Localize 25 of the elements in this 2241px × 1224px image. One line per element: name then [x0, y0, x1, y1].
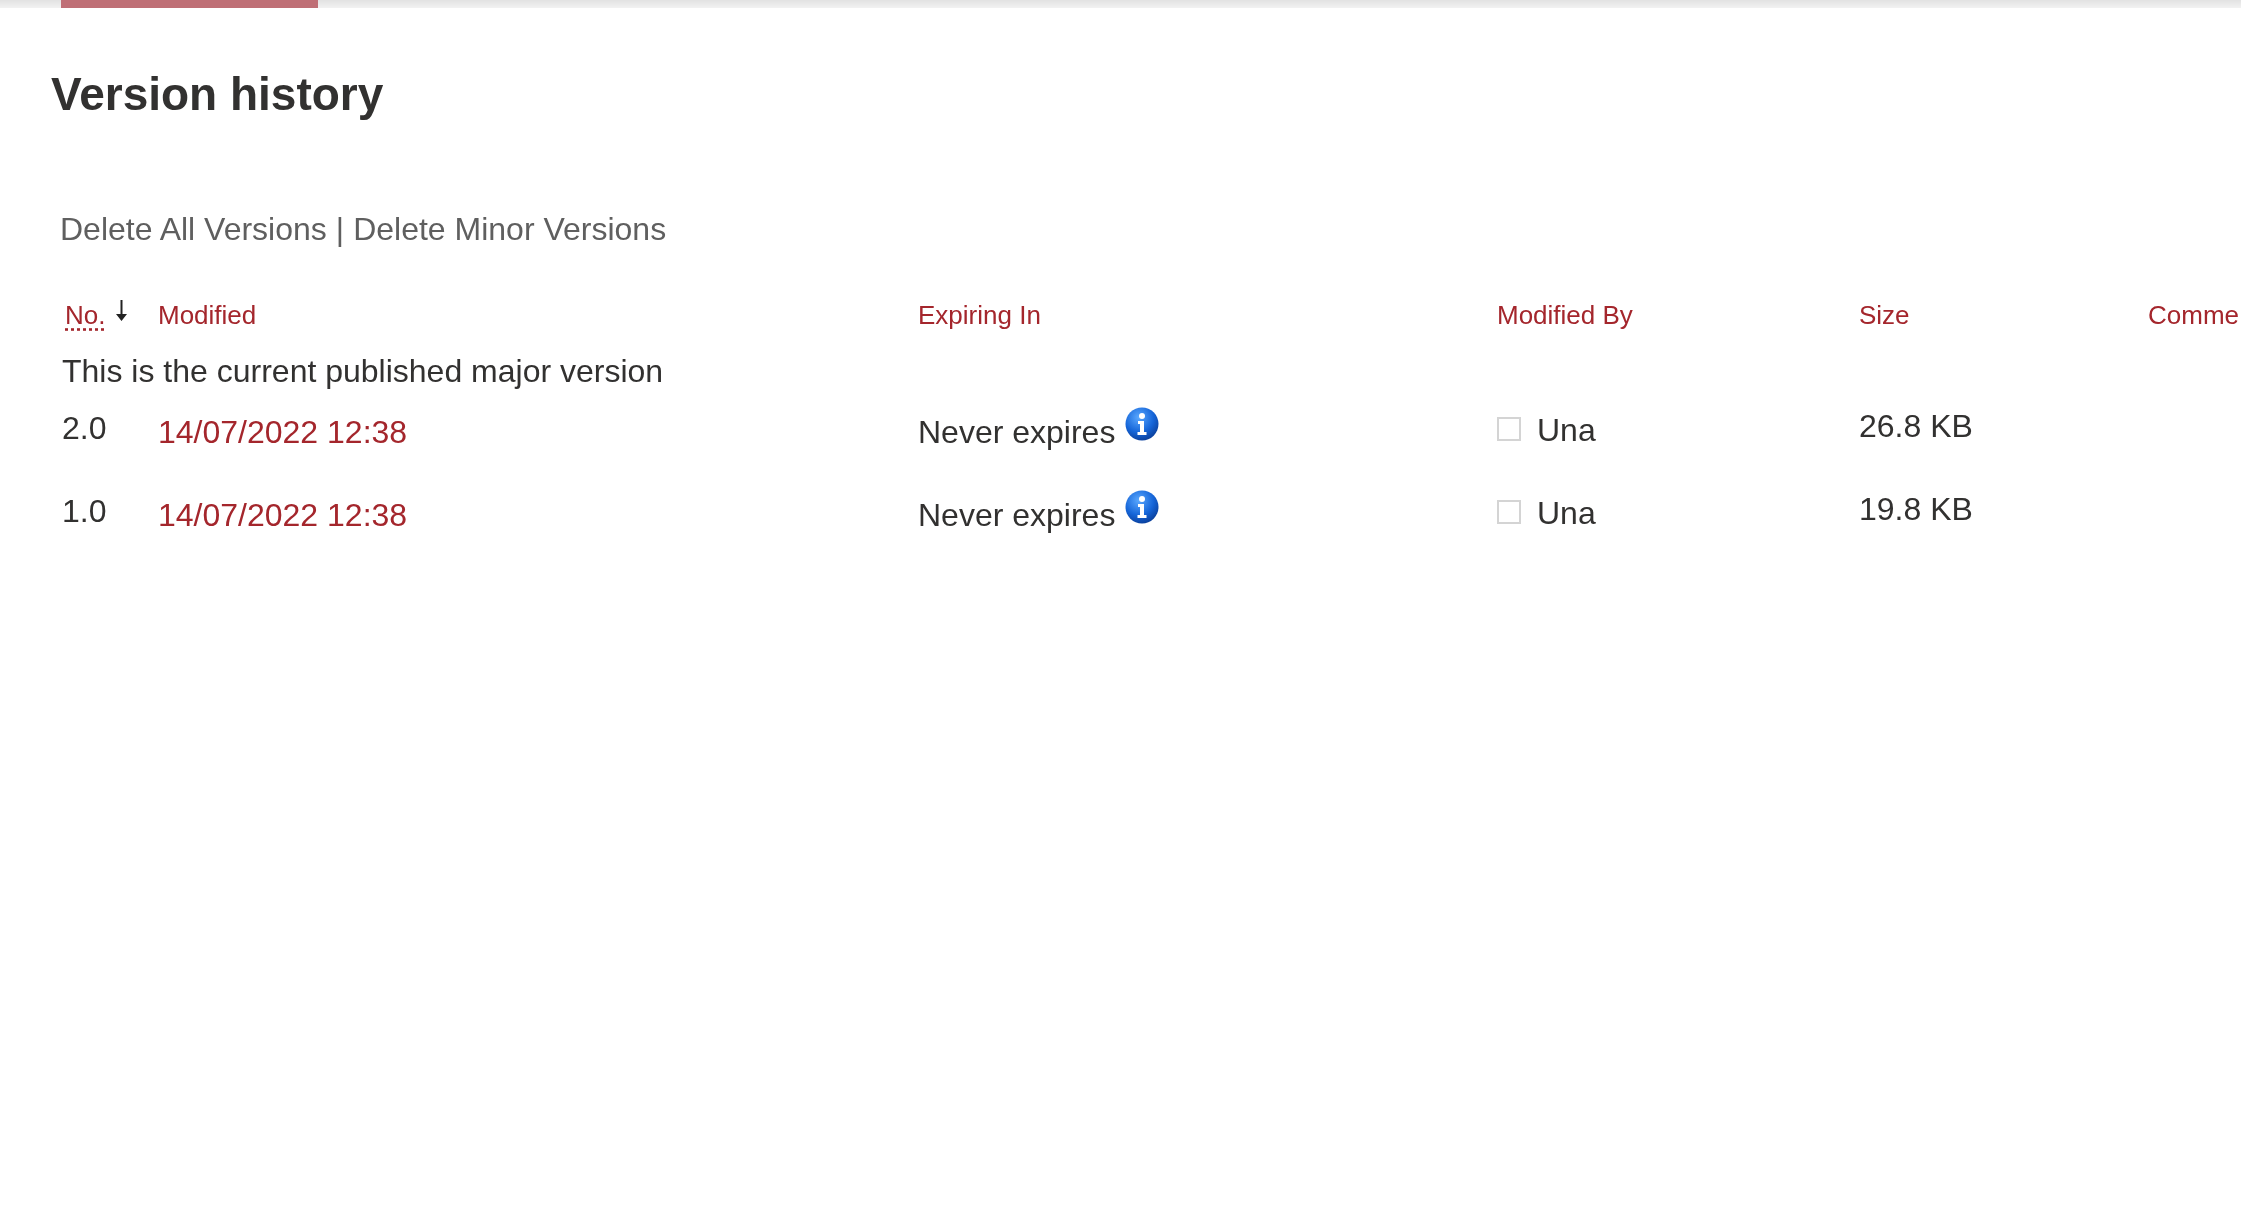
- info-icon: [1125, 407, 1160, 441]
- action-link[interactable]: Delete Minor Versions: [353, 209, 667, 249]
- checkbox[interactable]: [1497, 500, 1521, 524]
- group-heading: This is the current published major version: [62, 352, 664, 391]
- info-icon: [1125, 490, 1160, 524]
- expiry-text: Never expires: [918, 413, 1116, 452]
- action-link[interactable]: Delete All Versions: [60, 209, 327, 249]
- size-text: 19.8 KB: [1859, 495, 1973, 523]
- column-header[interactable]: Modified By: [1497, 298, 1633, 332]
- user-name: Una: [1537, 495, 1596, 531]
- column-header[interactable]: Expiring In: [918, 298, 1041, 332]
- user-name: Una: [1537, 412, 1596, 448]
- expiry-text: Never expires: [918, 496, 1116, 535]
- checkbox[interactable]: [1497, 417, 1521, 441]
- page-title: Version history: [51, 67, 384, 122]
- modified-date-link[interactable]: 14/07/2022 12:38: [158, 412, 408, 452]
- modified-date-link[interactable]: 14/07/2022 12:38: [158, 495, 408, 535]
- link-separator: |: [335, 210, 345, 249]
- size-text: 26.8 KB: [1859, 412, 1973, 440]
- version-number: 2.0: [62, 412, 107, 444]
- column-header[interactable]: Size: [1859, 298, 1910, 332]
- version-number: 1.0: [62, 495, 107, 527]
- column-header[interactable]: Comme: [2148, 298, 2239, 332]
- column-header[interactable]: No.: [65, 298, 106, 332]
- column-header[interactable]: Modified: [158, 298, 257, 332]
